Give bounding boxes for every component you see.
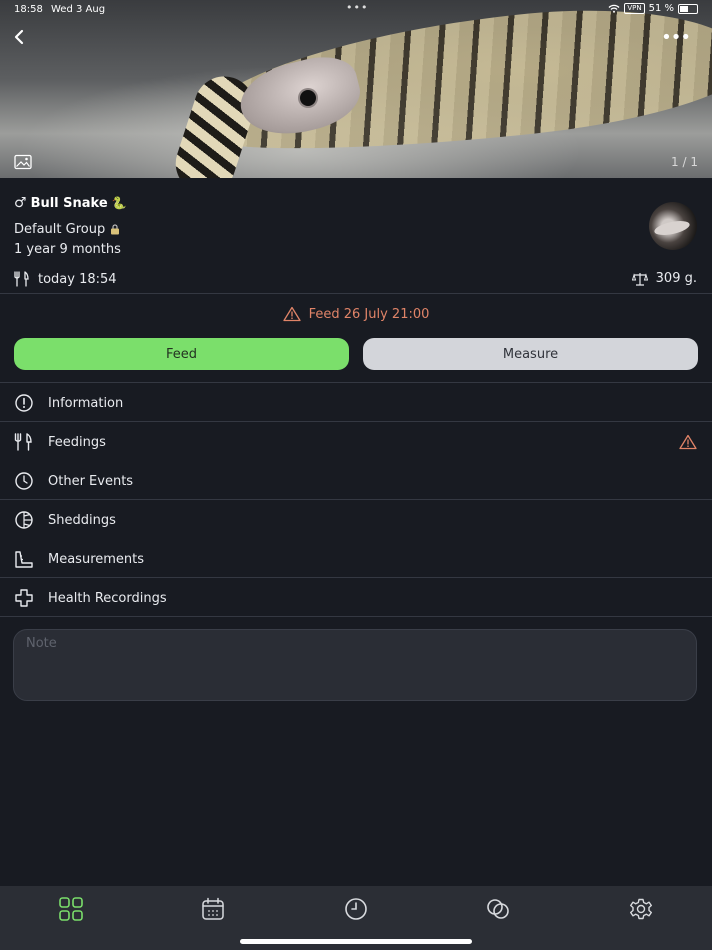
pet-name: Bull Snake xyxy=(30,195,108,211)
tab-pairings[interactable] xyxy=(485,896,511,922)
menu-label-other-events: Other Events xyxy=(48,473,134,489)
weight-info: 309 g. xyxy=(631,271,697,286)
menu-item-information[interactable]: Information xyxy=(0,384,712,422)
clock-icon xyxy=(345,898,367,920)
pet-avatar[interactable] xyxy=(649,202,697,250)
menu-label-health-recordings: Health Recordings xyxy=(48,590,167,606)
ellipsis-icon: ••• xyxy=(661,27,691,48)
menu-label-information: Information xyxy=(48,395,124,411)
note-field[interactable]: Note xyxy=(13,629,697,701)
vpn-badge: VPN xyxy=(624,3,645,14)
back-button[interactable] xyxy=(10,27,30,47)
divider xyxy=(0,421,712,422)
divider xyxy=(0,616,712,617)
snake-eye-shape xyxy=(300,90,316,106)
gallery-button[interactable] xyxy=(14,154,32,170)
snake-emoji: 🐍 xyxy=(111,196,127,210)
feed-alert: Feed 26 July 21:00 xyxy=(0,306,712,322)
grid-icon xyxy=(59,897,83,921)
rings-icon xyxy=(487,899,509,919)
divider xyxy=(0,382,712,383)
menu-item-measurements[interactable]: Measurements xyxy=(0,540,712,578)
tab-calendar[interactable] xyxy=(200,896,226,922)
battery-icon xyxy=(678,3,698,14)
warning-triangle-icon xyxy=(282,306,301,322)
photo-page-counter: 1 / 1 xyxy=(671,155,698,169)
tab-settings[interactable] xyxy=(628,896,654,922)
wifi-icon xyxy=(608,4,620,13)
shedding-icon xyxy=(14,510,34,530)
menu-item-health-recordings[interactable]: Health Recordings xyxy=(0,579,712,617)
image-icon xyxy=(14,154,32,170)
note-placeholder: Note xyxy=(26,636,57,651)
measure-button[interactable]: Measure xyxy=(363,338,698,370)
feed-alert-text: Feed 26 July 21:00 xyxy=(308,306,430,322)
home-indicator[interactable] xyxy=(240,939,472,944)
menu-label-feedings: Feedings xyxy=(48,434,106,450)
menu-item-other-events[interactable]: Other Events xyxy=(0,462,712,500)
pet-age: 1 year 9 months xyxy=(14,242,121,257)
plus-cross-icon xyxy=(14,588,34,608)
group-name: Default Group xyxy=(14,222,106,237)
battery-percent: 51 % xyxy=(648,3,674,14)
tab-history[interactable] xyxy=(343,896,369,922)
chevron-left-icon xyxy=(14,29,24,45)
fork-knife-icon xyxy=(14,432,34,452)
calendar-icon xyxy=(202,897,224,920)
last-feed-info: today 18:54 xyxy=(14,271,117,287)
status-indicators: VPN 51 % xyxy=(608,3,698,14)
clock-icon xyxy=(14,471,34,491)
gear-icon xyxy=(630,898,652,920)
status-time: 18:58 xyxy=(14,4,43,15)
menu-label-sheddings: Sheddings xyxy=(48,512,116,528)
weight-value: 309 g. xyxy=(655,271,697,286)
divider xyxy=(0,293,712,294)
divider xyxy=(0,499,712,500)
multitask-dots[interactable]: ••• xyxy=(346,1,368,14)
status-bar: 18:58 Wed 3 Aug ••• VPN 51 % xyxy=(0,0,712,20)
feed-button[interactable]: Feed xyxy=(14,338,349,370)
hero-photo[interactable]: 18:58 Wed 3 Aug ••• VPN 51 % ••• 1 / 1 xyxy=(0,0,712,178)
info-circle-icon xyxy=(14,393,34,413)
menu-item-sheddings[interactable]: Sheddings xyxy=(0,501,712,539)
divider xyxy=(0,577,712,578)
pet-name-row: ♂ Bull Snake 🐍 xyxy=(14,195,127,211)
tab-dashboard[interactable] xyxy=(58,896,84,922)
more-options-button[interactable]: ••• xyxy=(661,27,691,48)
last-feed-time: today 18:54 xyxy=(38,271,117,287)
menu-item-feedings[interactable]: Feedings xyxy=(0,423,712,461)
lock-icon xyxy=(111,224,120,235)
menu-label-measurements: Measurements xyxy=(48,551,145,567)
scale-icon xyxy=(631,272,648,286)
warning-triangle-icon xyxy=(679,434,697,450)
status-date: Wed 3 Aug xyxy=(51,4,106,15)
group-row: Default Group xyxy=(14,222,120,237)
fork-knife-icon xyxy=(14,271,29,287)
male-gender-icon: ♂ xyxy=(14,195,27,211)
measurement-icon xyxy=(14,549,34,569)
